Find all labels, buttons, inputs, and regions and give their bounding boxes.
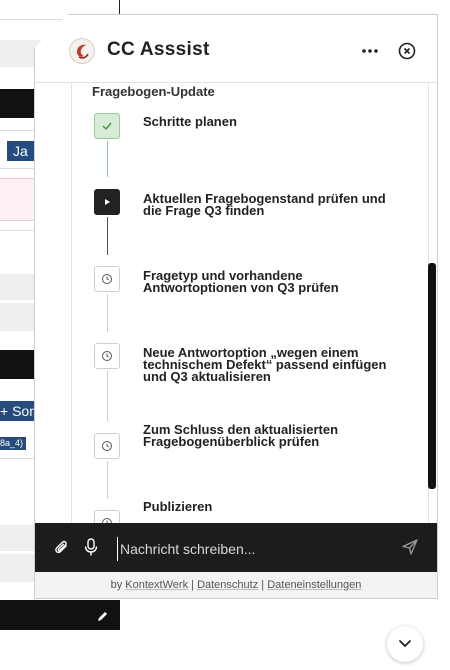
widget-header: CC Asssist xyxy=(35,15,437,83)
privacy-link[interactable]: Datenschutz xyxy=(197,579,258,591)
brand-link[interactable]: KontextWerk xyxy=(125,579,188,591)
plan-panel[interactable]: Fragebogen-Update Schritte planen Aktuel… xyxy=(71,83,429,523)
close-icon[interactable] xyxy=(397,41,417,61)
widget-title: CC Asssist xyxy=(107,39,210,60)
message-input[interactable] xyxy=(117,537,392,561)
step-active-play-icon xyxy=(94,189,120,215)
paperclip-icon[interactable] xyxy=(53,539,71,557)
step-label: Zum Schluss den aktualisierten Frageboge… xyxy=(143,422,339,449)
toolbar-bar xyxy=(0,600,120,630)
step-label: Fragetyp und vorhandene Antwortoptionen … xyxy=(143,268,339,295)
pencil-icon[interactable] xyxy=(96,609,110,623)
assistant-widget: CC Asssist Fragebogen-Update Schritte pl… xyxy=(34,14,438,599)
app-logo xyxy=(69,38,95,64)
microphone-icon[interactable] xyxy=(84,538,98,557)
step-connector xyxy=(107,294,108,332)
step-pending-clock-icon xyxy=(94,266,120,292)
step-label: Aktuellen Fragebogenstand prüfen und die… xyxy=(143,191,386,218)
data-settings-link[interactable]: Dateneinstellungen xyxy=(267,579,361,591)
scroll-down-button[interactable] xyxy=(387,626,423,662)
value-chip-small[interactable]: 8a_4) xyxy=(0,437,27,450)
widget-footer: by KontextWerk | Datenschutz | Dateneins… xyxy=(35,572,437,598)
message-composer xyxy=(35,523,437,572)
step-connector xyxy=(107,371,108,421)
scrollbar-thumb[interactable] xyxy=(428,263,436,489)
logo-mark-icon xyxy=(77,44,89,59)
step-connector xyxy=(107,461,108,499)
value-chip[interactable]: Ja xyxy=(7,141,34,161)
footer-separator: | xyxy=(191,579,194,591)
step-label: Publizieren xyxy=(143,499,213,514)
chevron-down-icon xyxy=(399,640,411,648)
footer-prefix: by xyxy=(110,579,123,591)
step-pending-clock-icon xyxy=(94,510,120,523)
step-connector xyxy=(107,217,108,255)
step-pending-clock-icon xyxy=(94,433,120,459)
step-connector xyxy=(107,141,108,177)
step-pending-clock-icon xyxy=(94,343,120,369)
step-done-check-icon xyxy=(94,113,120,139)
step-label: Neue Antwortoption „wegen einem technisc… xyxy=(143,345,387,384)
step-label: Schritte planen xyxy=(143,114,237,129)
send-icon[interactable] xyxy=(401,538,419,556)
footer-separator: | xyxy=(261,579,265,591)
section-title: Fragebogen-Update xyxy=(92,84,215,99)
more-options-icon[interactable] xyxy=(359,41,381,61)
